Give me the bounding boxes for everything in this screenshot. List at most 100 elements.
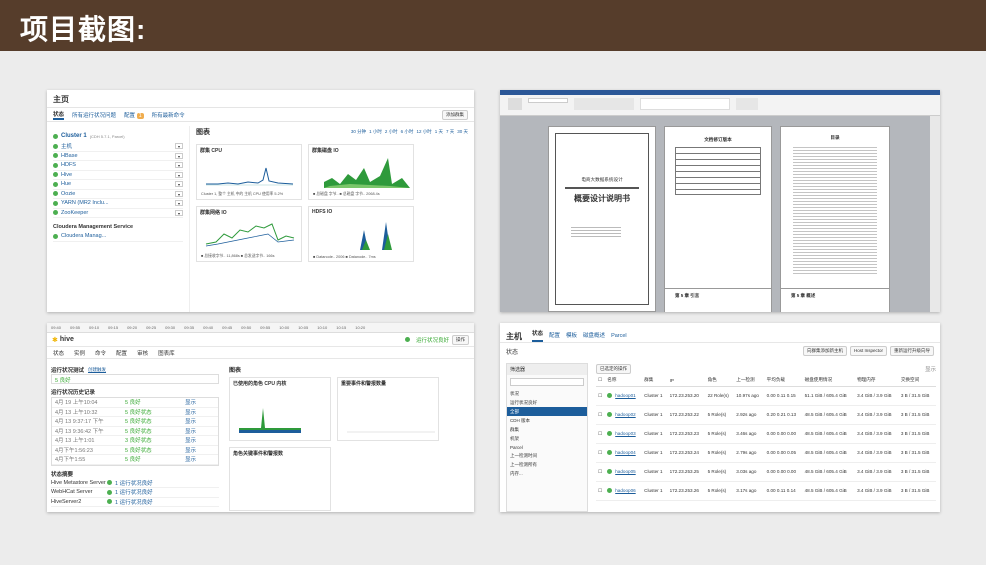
history-show-link[interactable]: 显示 — [185, 455, 196, 463]
history-show-link[interactable]: 显示 — [185, 398, 196, 406]
summary-status[interactable]: 1 运行状况良好 — [115, 488, 153, 496]
history-row[interactable]: 4月下午1:56:23 5 良好状态 显示 — [52, 446, 218, 455]
service-name[interactable]: 主机 — [61, 142, 72, 150]
summary-status[interactable]: 1 运行状况良好 — [115, 479, 153, 487]
row-menu-icon[interactable]: ▾ — [175, 143, 183, 150]
time-range-option[interactable]: 2 小时 — [385, 129, 398, 135]
row-checkbox[interactable]: ☐ — [596, 481, 605, 500]
service-row[interactable]: 主机 ▾ — [53, 142, 183, 152]
filter-item[interactable]: 全部 — [507, 407, 587, 416]
history-show-link[interactable]: 显示 — [185, 408, 196, 416]
row-menu-icon[interactable]: ▾ — [175, 209, 183, 216]
table-row[interactable]: ☐ hadoop04 Cluster 1 172.23.253.24 5 Role(s)… — [596, 443, 936, 462]
time-range-option[interactable]: 30 天 — [457, 129, 468, 135]
row-menu-icon[interactable]: ▾ — [175, 181, 183, 188]
column-header[interactable]: 角色 — [705, 375, 735, 387]
cell-name[interactable]: hadoop03 — [605, 424, 642, 443]
time-range-option[interactable]: 1 小时 — [369, 129, 382, 135]
select-all-checkbox[interactable]: ☐ — [596, 375, 606, 387]
filter-item[interactable]: CDH 版本 — [507, 416, 587, 425]
column-header[interactable]: IP — [667, 375, 706, 387]
cluster-name[interactable]: Cluster 1 — [61, 133, 87, 139]
column-header[interactable]: 名称 — [605, 375, 643, 387]
hive-tab[interactable]: 状态 — [53, 349, 64, 357]
row-checkbox[interactable]: ☐ — [596, 443, 605, 462]
bulk-actions-dropdown[interactable]: 已选定的操作 — [596, 364, 631, 374]
time-range-option[interactable]: 1 天 — [435, 129, 443, 135]
history-row[interactable]: 4月下午1:55 5 良好 显示 — [52, 455, 218, 465]
time-range-option[interactable]: 6 小时 — [401, 129, 414, 135]
hive-tab[interactable]: 图表库 — [158, 349, 175, 357]
hosts-action-button[interactable]: Host Inspector — [849, 346, 887, 356]
service-row[interactable]: YARN (MR2 Inclu... ▾ — [53, 199, 183, 209]
column-header[interactable]: 平均负载 — [764, 375, 803, 387]
table-row[interactable]: ☐ hadoop06 Cluster 1 172.23.253.26 5 Role(s)… — [596, 481, 936, 500]
hosts-tab[interactable]: 状态 — [532, 329, 544, 342]
table-row[interactable]: ☐ hadoop01 Cluster 1 172.23.253.20 22 Role(s… — [596, 386, 936, 405]
hosts-tab[interactable]: Parcel — [611, 333, 627, 342]
cell-name[interactable]: hadoop02 — [605, 405, 642, 424]
paste-icon[interactable] — [508, 98, 522, 110]
row-checkbox[interactable]: ☐ — [596, 386, 605, 405]
tab-health-issues[interactable]: 所有运行状况问题 — [72, 111, 116, 119]
service-name[interactable]: HBase — [61, 153, 78, 159]
history-show-link[interactable]: 显示 — [185, 417, 196, 425]
service-name[interactable]: Hive — [61, 172, 72, 178]
service-name[interactable]: YARN (MR2 Inclu... — [61, 200, 109, 206]
hosts-action-button[interactable]: 重新运行升级向导 — [890, 346, 934, 356]
row-menu-icon[interactable]: ▾ — [175, 200, 183, 207]
cell-name[interactable]: hadoop06 — [605, 481, 642, 500]
history-row[interactable]: 4月 13 上午1:01 3 良好状态 显示 — [52, 436, 218, 446]
history-row[interactable]: 4月 19 上午10:04 5 良好 显示 — [52, 398, 218, 408]
hive-tab[interactable]: 审核 — [137, 349, 148, 357]
filter-item[interactable]: 机架 — [507, 434, 587, 443]
row-checkbox[interactable]: ☐ — [596, 405, 605, 424]
table-row[interactable]: ☐ hadoop03 Cluster 1 172.23.253.23 5 Role(s)… — [596, 424, 936, 443]
row-menu-icon[interactable]: ▾ — [175, 162, 183, 169]
time-range-option[interactable]: 12 小时 — [416, 129, 431, 135]
actions-menu[interactable]: 操作 — [452, 334, 469, 345]
filter-item[interactable]: 内存... — [507, 469, 587, 478]
styles-gallery[interactable] — [640, 98, 730, 110]
hosts-action-button[interactable]: 向群集添加新主机 — [802, 346, 847, 356]
hive-tab[interactable]: 配置 — [116, 349, 127, 357]
cell-name[interactable]: hadoop01 — [605, 386, 642, 405]
filter-item[interactable]: 上一检测时间 — [507, 451, 587, 460]
service-name[interactable]: HDFS — [61, 162, 76, 168]
time-range-option[interactable]: 30 分钟 — [351, 129, 366, 135]
row-menu-icon[interactable]: ▾ — [175, 171, 183, 178]
service-row[interactable]: Hue ▾ — [53, 180, 183, 190]
filter-search-input[interactable] — [510, 378, 584, 386]
column-header[interactable]: 群集 — [642, 375, 668, 387]
service-row[interactable]: HBase ▾ — [53, 152, 183, 161]
hosts-tab[interactable]: 模板 — [566, 331, 577, 342]
add-cluster-button[interactable]: 添加群集 — [442, 109, 468, 120]
mgmt-service-item[interactable]: Cloudera Manag... — [61, 233, 106, 239]
health-good-count[interactable]: 5 良好 — [55, 378, 71, 384]
font-selector[interactable] — [528, 98, 568, 103]
find-icon[interactable] — [736, 98, 758, 110]
time-slider[interactable]: 09:40 09:55 09:10 09:15 09:20 09:25 09:30 09:35… — [47, 323, 474, 333]
column-header[interactable]: 上一检测 — [734, 375, 765, 387]
time-range-option[interactable]: 7 天 — [446, 129, 454, 135]
history-row[interactable]: 4月 13 9:36:42 下午 5 良好状态 显示 — [52, 427, 218, 436]
filter-item[interactable]: 状况 — [507, 389, 587, 398]
hosts-tab[interactable]: 配置 — [549, 331, 560, 342]
filter-item[interactable]: Parcel — [507, 443, 587, 451]
table-row[interactable]: ☐ hadoop05 Cluster 1 172.23.253.25 5 Role(s)… — [596, 462, 936, 481]
tab-recent-commands[interactable]: 所有最新命令 — [152, 111, 185, 119]
history-show-link[interactable]: 显示 — [185, 436, 196, 444]
history-row[interactable]: 4月 13 9:37:17 下午 5 良好状态 显示 — [52, 417, 218, 427]
hive-tab[interactable]: 实例 — [74, 349, 85, 357]
tab-status[interactable]: 状态 — [53, 110, 65, 120]
row-checkbox[interactable]: ☐ — [596, 462, 605, 481]
filter-item[interactable]: 运行状况良好 — [507, 398, 587, 407]
create-trigger-link[interactable]: 创建触发 — [88, 367, 106, 373]
format-tools[interactable] — [574, 98, 634, 110]
service-row[interactable]: HDFS ▾ — [53, 161, 183, 171]
table-row[interactable]: ☐ hadoop02 Cluster 1 172.23.253.22 5 Role(s)… — [596, 405, 936, 424]
service-row[interactable]: ZooKeeper ▾ — [53, 209, 183, 218]
cell-name[interactable]: hadoop05 — [605, 462, 642, 481]
row-checkbox[interactable]: ☐ — [596, 424, 605, 443]
filter-item[interactable]: 上一检测所有 — [507, 460, 587, 469]
